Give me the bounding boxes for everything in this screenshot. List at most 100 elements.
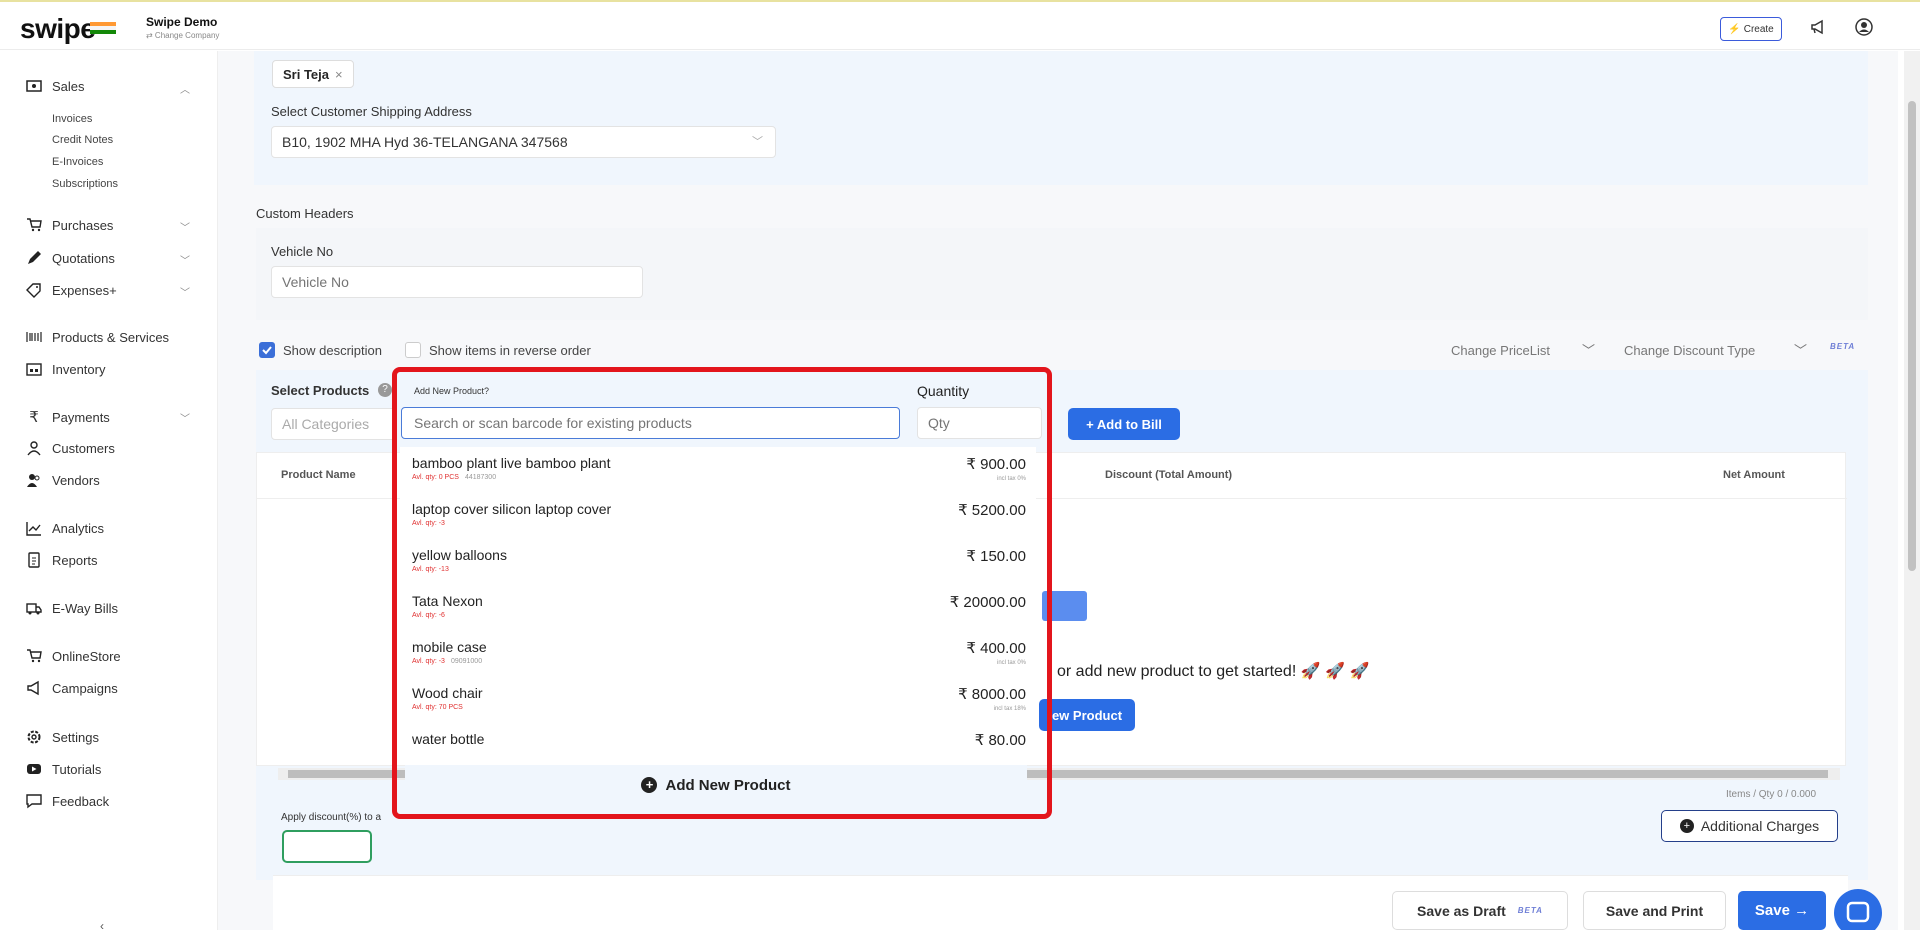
sidebar-item-customers[interactable]: Customers bbox=[26, 440, 115, 456]
gear-icon bbox=[27, 730, 41, 744]
vehicle-no-label: Vehicle No bbox=[271, 244, 334, 259]
column-header-product-name: Product Name bbox=[281, 469, 356, 481]
company-name: Swipe Demo bbox=[146, 15, 218, 29]
save-as-draft-label: Save as Draft bbox=[1417, 902, 1506, 919]
sidebar-subitem-invoices[interactable]: Invoices bbox=[52, 113, 92, 125]
additional-charges-button[interactable]: + Additional Charges bbox=[1661, 810, 1838, 842]
sidebar-label: Sales bbox=[52, 78, 85, 94]
sidebar-label: Payments bbox=[52, 409, 110, 425]
highlight-box bbox=[392, 367, 1052, 819]
sidebar-item-vendors[interactable]: Vendors bbox=[26, 472, 100, 488]
show-description-checkbox[interactable] bbox=[259, 342, 275, 358]
categories-select[interactable]: All Categories bbox=[271, 408, 396, 440]
column-header-net-amount: Net Amount bbox=[1723, 469, 1785, 481]
sidebar-item-analytics[interactable]: Analytics bbox=[26, 520, 104, 536]
sidebar-label: Feedback bbox=[52, 793, 110, 809]
india-flag-icon bbox=[90, 22, 116, 34]
shipping-address-select[interactable]: B10, 1902 MHA Hyd 36-TELANGANA 347568 ﹀ bbox=[271, 126, 776, 158]
top-bar: swipe Swipe Demo ⇄ Change Company ⚡ Crea… bbox=[0, 0, 1920, 50]
create-button[interactable]: ⚡ Create bbox=[1720, 17, 1782, 41]
show-description-label: Show description bbox=[283, 343, 382, 358]
sidebar-label: Customers bbox=[52, 440, 115, 456]
sidebar-item-payments[interactable]: ₹ Payments bbox=[26, 408, 110, 426]
collapse-sidebar-icon[interactable]: ‹ bbox=[100, 919, 104, 930]
report-icon bbox=[28, 552, 40, 568]
sidebar-item-settings[interactable]: Settings bbox=[26, 729, 99, 745]
change-discount-type-dropdown[interactable]: Change Discount Type bbox=[1624, 343, 1755, 358]
sidebar-item-eway-bills[interactable]: E-Way Bills bbox=[26, 600, 118, 616]
customer-panel bbox=[254, 51, 1868, 185]
sidebar-item-campaigns[interactable]: Campaigns bbox=[26, 680, 118, 696]
chevron-down-icon[interactable]: ﹀ bbox=[180, 410, 190, 425]
page-vertical-scrollbar[interactable] bbox=[1904, 51, 1920, 930]
user-account-icon[interactable] bbox=[1852, 15, 1876, 39]
chat-support-icon[interactable] bbox=[1834, 889, 1882, 930]
sidebar-label: Purchases bbox=[52, 217, 114, 233]
barcode-icon bbox=[26, 332, 42, 342]
sidebar-label: Inventory bbox=[52, 361, 106, 377]
reverse-order-label: Show items in reverse order bbox=[429, 343, 591, 358]
sidebar-item-purchases[interactable]: Purchases bbox=[26, 217, 113, 233]
sidebar-label: Products & Services bbox=[52, 329, 170, 345]
chat-bubble-icon bbox=[26, 794, 42, 809]
shipping-address-label: Select Customer Shipping Address bbox=[271, 104, 472, 119]
cart-icon bbox=[27, 218, 42, 232]
additional-charges-label: Additional Charges bbox=[1700, 818, 1820, 834]
sidebar-item-reports[interactable]: Reports bbox=[26, 552, 98, 568]
rupee-icon: ₹ bbox=[29, 409, 39, 426]
add-to-bill-button[interactable]: + Add to Bill bbox=[1068, 408, 1180, 440]
chevron-down-icon[interactable]: ﹀ bbox=[180, 219, 190, 234]
sidebar-item-inventory[interactable]: Inventory bbox=[26, 361, 105, 377]
sidebar-label: Quotations bbox=[52, 250, 115, 266]
megaphone-icon[interactable] bbox=[1806, 15, 1830, 39]
column-header-discount: Discount (Total Amount) bbox=[1105, 469, 1233, 481]
items-qty-summary: Items / Qty 0 / 0.000 bbox=[1726, 789, 1817, 800]
sidebar-item-tutorials[interactable]: Tutorials bbox=[26, 761, 101, 777]
beta-badge: BETA bbox=[1830, 342, 1856, 351]
sidebar-item-onlinestore[interactable]: OnlineStore bbox=[26, 648, 121, 664]
sidebar-label: Expenses+ bbox=[52, 282, 117, 298]
save-button[interactable]: Save → bbox=[1738, 891, 1826, 930]
sidebar-item-expenses[interactable]: Expenses+ bbox=[26, 282, 117, 298]
add-new-product-button[interactable]: ew Product bbox=[1039, 699, 1135, 731]
vehicle-no-input[interactable] bbox=[271, 266, 643, 298]
chevron-down-icon: ﹀ bbox=[1582, 343, 1596, 358]
discount-percent-input[interactable] bbox=[282, 830, 372, 863]
users-icon bbox=[27, 474, 40, 487]
categories-value: All Categories bbox=[282, 416, 370, 432]
sidebar-subitem-credit-notes[interactable]: Credit Notes bbox=[52, 134, 113, 146]
warehouse-icon bbox=[26, 363, 42, 376]
select-products-label: Select Products bbox=[271, 383, 370, 398]
save-as-draft-button[interactable]: Save as Draft BETA bbox=[1392, 891, 1568, 930]
custom-headers-title: Custom Headers bbox=[256, 206, 354, 221]
customer-name: Sri Teja bbox=[283, 66, 330, 82]
sidebar-subitem-e-invoices[interactable]: E-Invoices bbox=[52, 156, 103, 168]
user-icon bbox=[27, 441, 41, 456]
chevron-up-icon[interactable]: ︿ bbox=[180, 81, 190, 96]
sidebar-item-products[interactable]: Products & Services bbox=[26, 329, 169, 345]
sidebar: Sales ︿ Invoices Credit Notes E-Invoices… bbox=[0, 51, 218, 930]
swipe-logo[interactable]: swipe bbox=[20, 13, 96, 45]
sidebar-item-feedback[interactable]: Feedback bbox=[26, 793, 109, 809]
sidebar-item-quotations[interactable]: Quotations bbox=[26, 250, 115, 266]
change-pricelist-dropdown[interactable]: Change PriceList bbox=[1451, 343, 1550, 358]
youtube-icon bbox=[27, 764, 41, 774]
create-label: Create bbox=[1743, 23, 1774, 35]
sidebar-label: E-Way Bills bbox=[52, 600, 118, 616]
change-company-link[interactable]: ⇄ Change Company bbox=[146, 31, 219, 40]
sidebar-label: Vendors bbox=[52, 472, 100, 488]
bolt-icon: ⚡ bbox=[1728, 23, 1741, 35]
sidebar-item-sales[interactable]: Sales bbox=[26, 78, 85, 94]
chevron-down-icon[interactable]: ﹀ bbox=[180, 252, 190, 267]
save-and-print-button[interactable]: Save and Print bbox=[1583, 891, 1726, 930]
chevron-down-icon[interactable]: ﹀ bbox=[180, 284, 190, 299]
customer-chip[interactable]: Sri Teja × bbox=[272, 60, 354, 88]
truck-icon bbox=[26, 603, 42, 615]
chevron-down-icon: ﹀ bbox=[752, 136, 763, 148]
reverse-order-checkbox[interactable] bbox=[405, 342, 421, 358]
beta-badge: BETA bbox=[1517, 906, 1543, 915]
help-icon[interactable]: ? bbox=[378, 383, 392, 397]
remove-customer-icon[interactable]: × bbox=[335, 67, 343, 82]
sidebar-subitem-subscriptions[interactable]: Subscriptions bbox=[52, 178, 118, 190]
tag-icon bbox=[26, 283, 41, 298]
